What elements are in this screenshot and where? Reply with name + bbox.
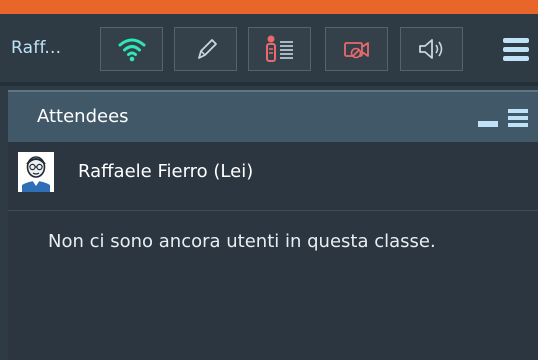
panel-menu-button[interactable] [508,108,528,128]
pencil-icon [197,39,217,59]
attendee-row[interactable]: Raffaele Fierro (Lei) [8,142,538,211]
speaker-icon [418,39,442,59]
raise-hand-button[interactable] [248,27,311,71]
attendees-panel: Attendees Raffaele Fierro (Lei) Non ci s… [8,90,538,360]
hamburger-icon [508,109,528,127]
toolbar-divider [0,82,538,86]
accent-bar [0,0,538,14]
hamburger-icon [503,38,529,61]
minimize-button[interactable] [478,121,498,127]
connection-button[interactable] [100,27,163,71]
toolbar: Raff... [0,14,538,82]
wifi-icon [118,38,145,62]
attendee-name: Raffaele Fierro (Lei) [78,161,254,182]
panel-header: Attendees [8,90,538,142]
user-label: Raff... [11,38,62,58]
audio-button[interactable] [400,27,463,71]
user-avatar-icon [18,152,54,192]
empty-class-message: Non ci sono ancora utenti in questa clas… [48,231,436,252]
raise-hand-list-icon [265,35,293,62]
camera-button[interactable] [325,27,388,71]
main-menu-button[interactable] [496,36,536,64]
panel-title: Attendees [37,106,129,127]
window-edge [538,0,547,360]
draw-button[interactable] [174,27,237,71]
camera-off-icon [343,42,369,59]
